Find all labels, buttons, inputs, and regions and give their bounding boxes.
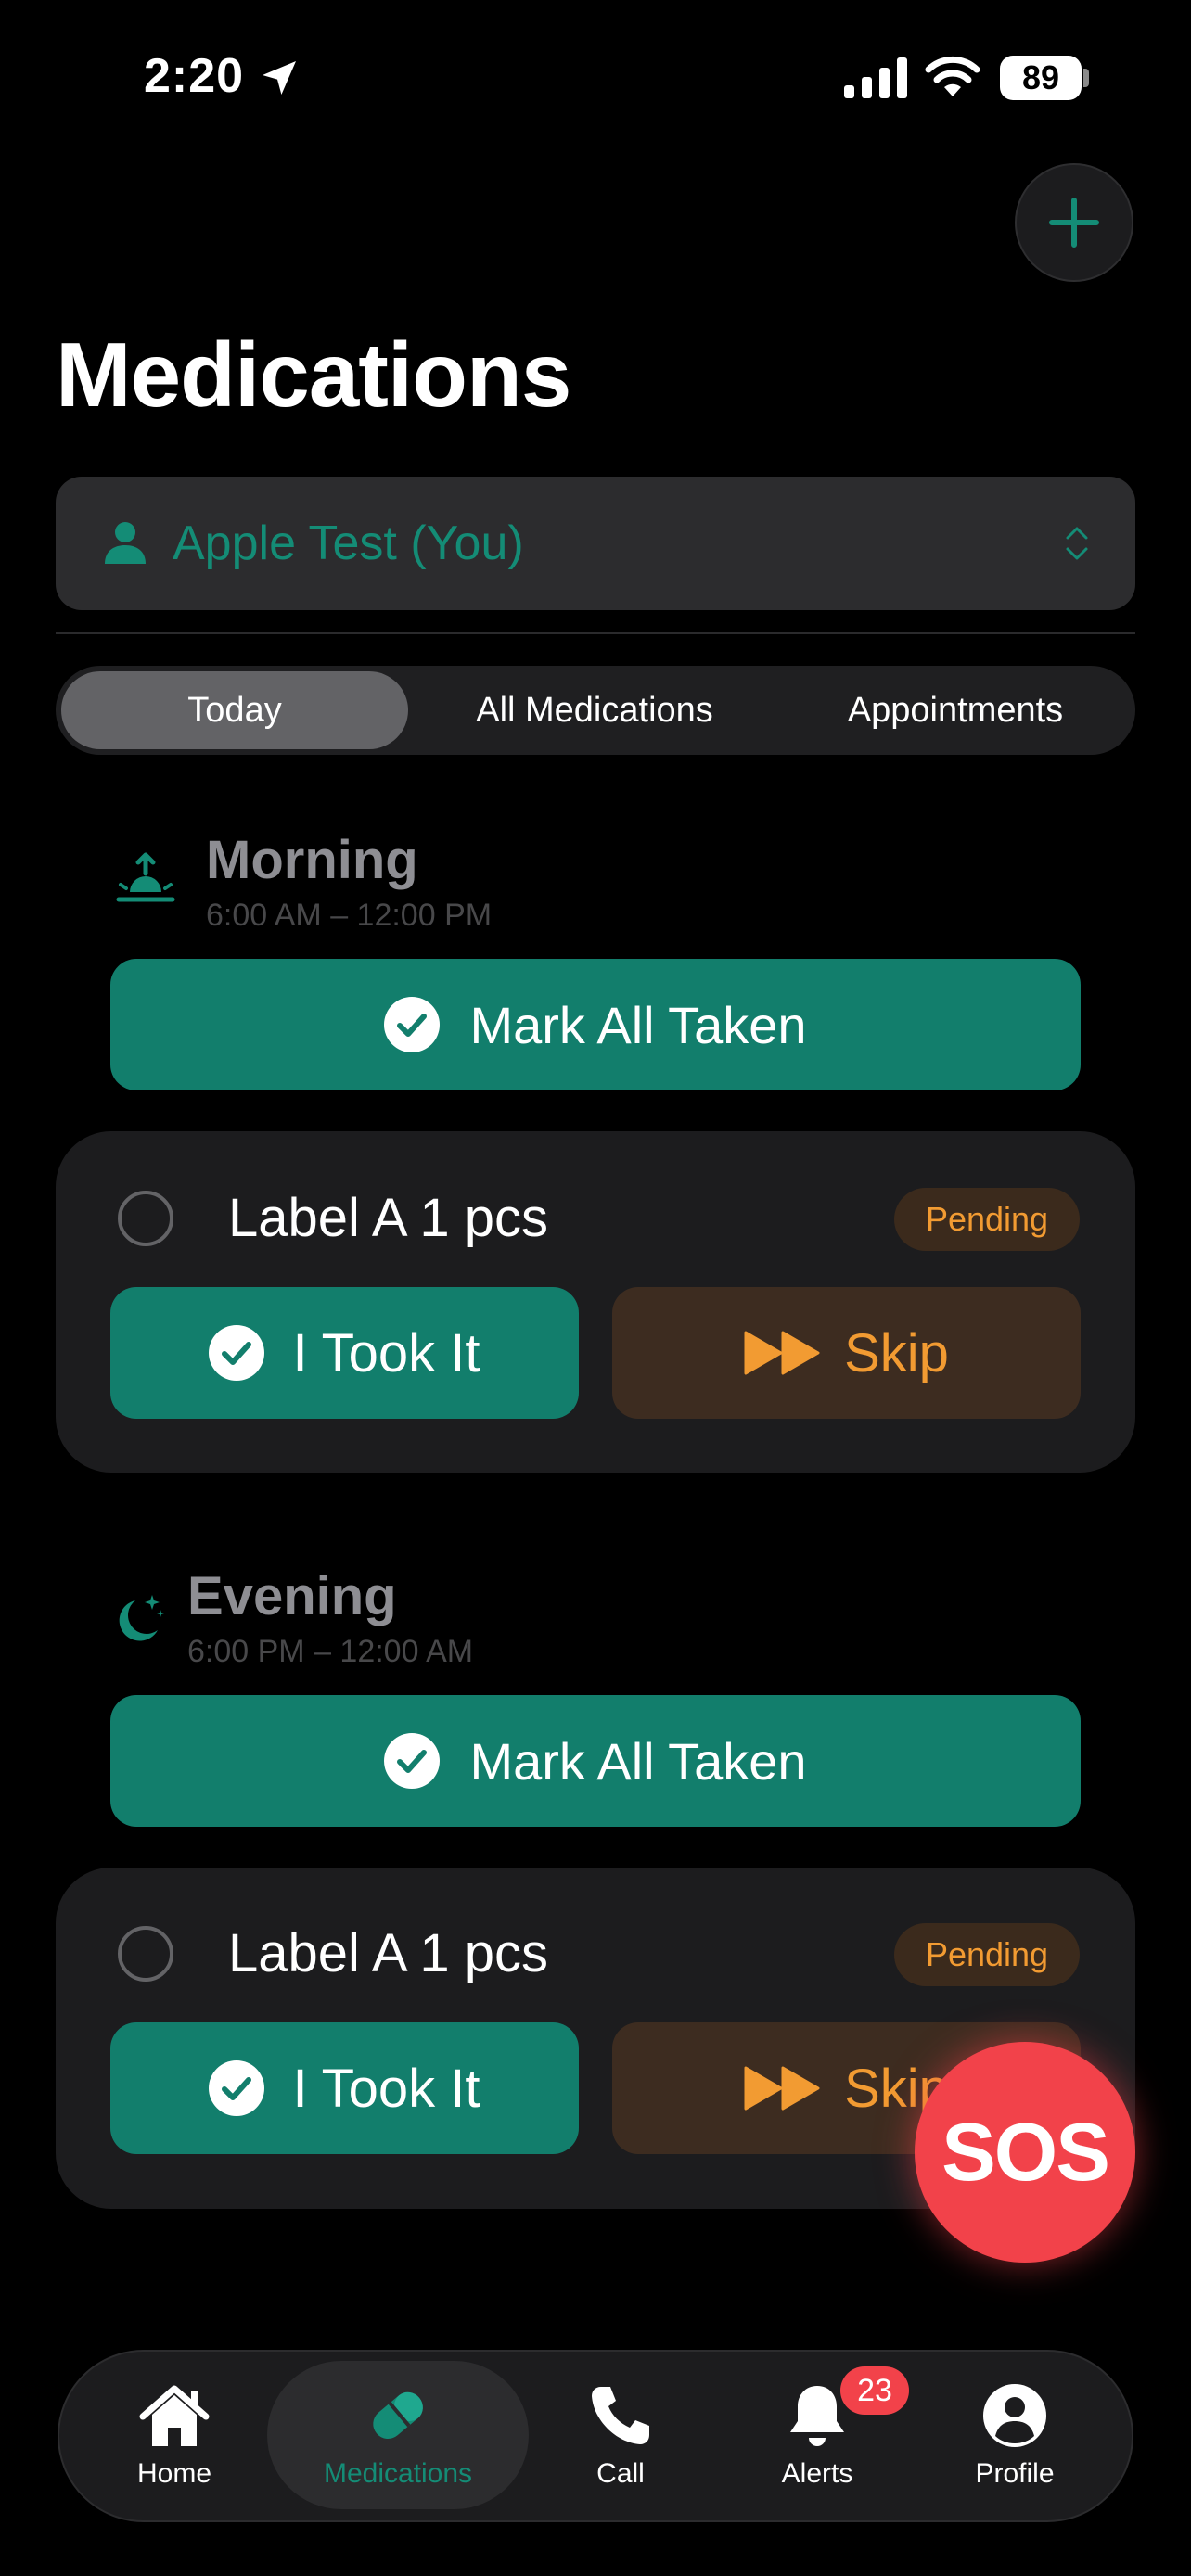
pill-icon xyxy=(373,2391,423,2439)
mark-all-taken-label: Mark All Taken xyxy=(469,995,807,1054)
battery-nub xyxy=(1083,69,1089,87)
chevron-up-down-icon xyxy=(1066,527,1088,560)
add-medication-button[interactable] xyxy=(1015,163,1133,282)
page-title: Medications xyxy=(56,324,571,426)
tab-home-label: Home xyxy=(136,2458,212,2489)
tab-all-medications[interactable]: All Medications xyxy=(414,666,775,755)
profile-icon xyxy=(983,2384,1046,2447)
status-badge: Pending xyxy=(894,1188,1080,1251)
medication-label: Label A 1 pcs xyxy=(228,1188,549,1248)
fast-forward-icon xyxy=(744,1331,820,1375)
medication-label: Label A 1 pcs xyxy=(228,1923,549,1983)
section-title-evening: Evening xyxy=(187,1566,397,1626)
i-took-it-button[interactable]: I Took It xyxy=(110,1287,579,1419)
tab-profile-label: Profile xyxy=(975,2458,1055,2489)
mark-all-taken-morning-button[interactable]: Mark All Taken xyxy=(110,959,1081,1090)
sos-button[interactable]: SOS xyxy=(915,2042,1135,2263)
location-arrow-icon xyxy=(263,61,296,95)
tab-call[interactable]: Call xyxy=(537,2350,704,2522)
i-took-it-button[interactable]: I Took It xyxy=(110,2022,579,2154)
tab-today[interactable]: Today xyxy=(61,666,408,755)
tab-profile[interactable]: Profile xyxy=(931,2350,1098,2522)
tab-alerts-label: Alerts xyxy=(781,2458,853,2489)
tab-medications[interactable]: Medications xyxy=(314,2350,481,2522)
patient-name: Apple Test (You) xyxy=(173,516,524,570)
mark-all-taken-label: Mark All Taken xyxy=(469,1731,807,1791)
sunrise-icon xyxy=(116,852,175,902)
plus-icon xyxy=(1049,198,1099,248)
status-time: 2:20 xyxy=(144,49,245,103)
tab-call-label: Call xyxy=(596,2458,645,2489)
battery-indicator: 89 xyxy=(1000,56,1082,100)
phone-icon xyxy=(592,2387,649,2444)
wifi-icon xyxy=(925,56,980,96)
tab-home[interactable]: Home xyxy=(91,2350,258,2522)
i-took-it-label: I Took It xyxy=(292,2058,480,2119)
alerts-count-badge: 23 xyxy=(840,2366,909,2415)
section-time-range-evening: 6:00 PM – 12:00 AM xyxy=(187,1634,474,1669)
mark-all-taken-evening-button[interactable]: Mark All Taken xyxy=(110,1695,1081,1827)
status-badge: Pending xyxy=(894,1923,1080,1986)
medication-select-radio[interactable] xyxy=(118,1926,173,1982)
fast-forward-icon xyxy=(744,2066,820,2111)
skip-label: Skip xyxy=(844,1322,949,1384)
checkmark-circle-icon xyxy=(384,997,441,1052)
tab-medications-label: Medications xyxy=(323,2458,473,2489)
section-time-range-morning: 6:00 AM – 12:00 PM xyxy=(206,898,493,933)
tab-appointments[interactable]: Appointments xyxy=(775,666,1135,755)
medication-select-radio[interactable] xyxy=(118,1191,173,1246)
house-icon xyxy=(139,2385,210,2446)
i-took-it-label: I Took It xyxy=(292,1322,480,1384)
person-icon xyxy=(105,522,146,564)
skip-button[interactable]: Skip xyxy=(612,1287,1081,1419)
checkmark-circle-icon xyxy=(384,1733,441,1789)
cellular-signal-icon xyxy=(844,57,907,98)
patient-selector[interactable]: Apple Test (You) xyxy=(56,477,1135,610)
checkmark-circle-icon xyxy=(209,1325,265,1381)
divider xyxy=(56,632,1135,634)
moon-stars-icon xyxy=(119,1595,164,1641)
checkmark-circle-icon xyxy=(209,2060,265,2116)
section-title-morning: Morning xyxy=(206,830,418,890)
